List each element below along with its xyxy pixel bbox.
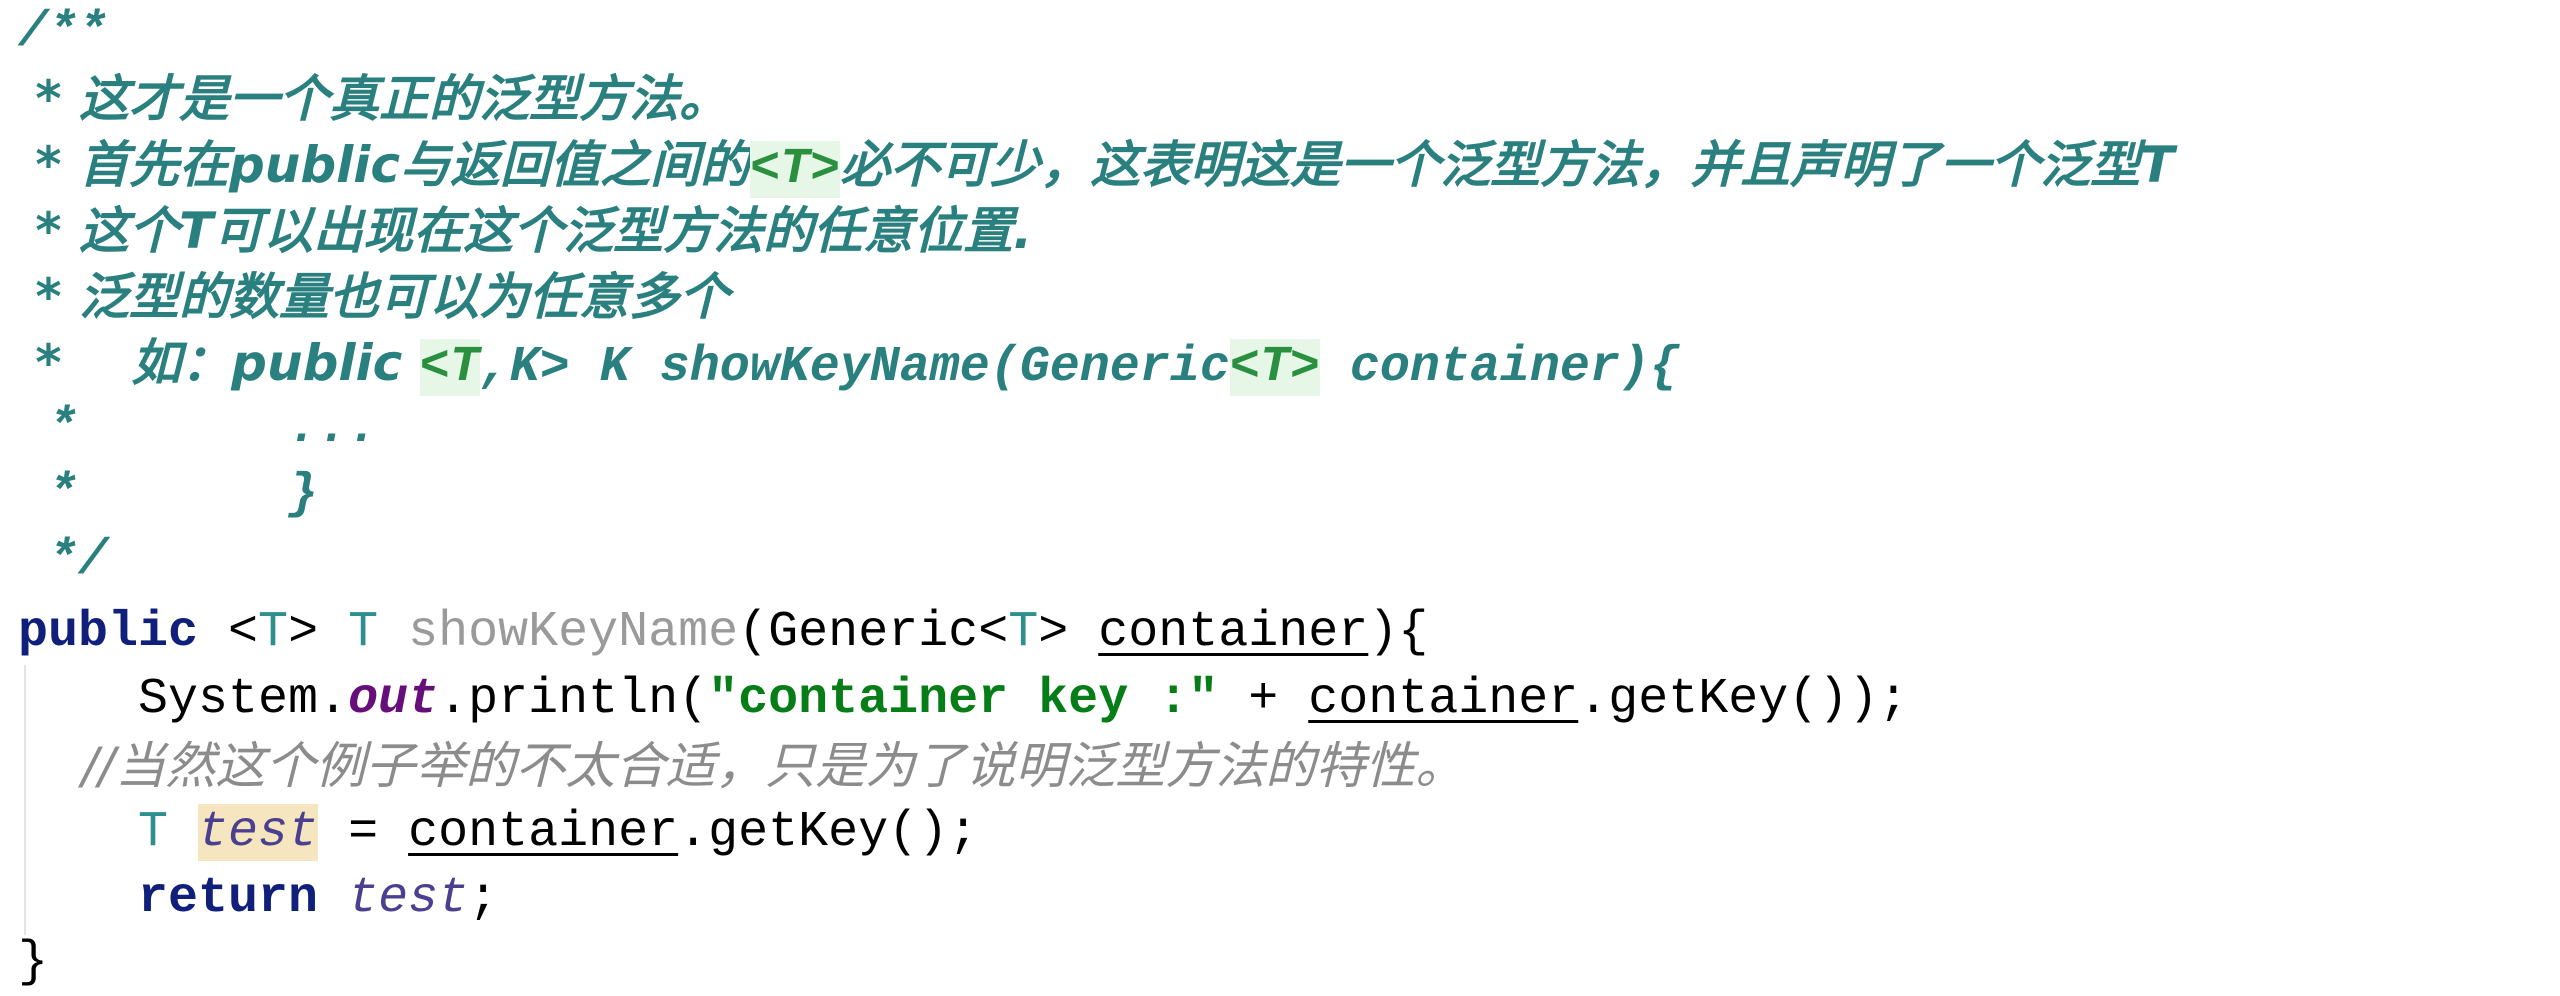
container-ref-2[interactable]: container xyxy=(408,804,678,861)
doc-line-6-text: * ... xyxy=(18,400,379,457)
println-call: .println( xyxy=(438,671,709,728)
local-var-test-ref[interactable]: test xyxy=(348,870,468,927)
doc-line-5-tag-1: <T xyxy=(419,339,480,396)
code-line-return: return test; xyxy=(18,866,498,932)
doc-line-5-a: * 如：public xyxy=(18,334,420,392)
doc-line-3-text: * 这个T可以出现在这个泛型方法的任意位置. xyxy=(18,202,1033,260)
code-line-assign: T test = container.getKey(); xyxy=(18,800,978,866)
method-signature-line: public <T> T showKeyName(Generic<T> cont… xyxy=(18,600,1428,666)
keyword-public: public xyxy=(18,604,199,661)
sig-paren: (Generic< xyxy=(738,604,1009,661)
sig-lt: < xyxy=(198,604,259,661)
doc-line-1-text: * 这才是一个真正的泛型方法。 xyxy=(18,70,729,128)
doc-comment-line-7: * } xyxy=(18,462,318,528)
doc-line-2-b: 必不可少，这表明这是一个泛型方法，并且声明了一个泛型T xyxy=(840,136,2175,194)
type-param-T: T xyxy=(258,604,289,661)
param-container[interactable]: container xyxy=(1098,604,1368,661)
local-type-T: T xyxy=(18,804,169,861)
doc-comment-line-4: * 泛型的数量也可以为任意多个 xyxy=(18,264,729,330)
string-literal: "container key :" xyxy=(708,671,1219,728)
indent-guide xyxy=(24,665,26,935)
doc-line-5-b: K showKeyName(Generic xyxy=(569,339,1230,396)
doc-comment-line-3: * 这个T可以出现在这个泛型方法的任意位置. xyxy=(18,198,1032,264)
sig-end: ){ xyxy=(1368,604,1429,661)
generic-arg-T: T xyxy=(1008,604,1039,661)
doc-comment-line-5: * 如：public <T,K> K showKeyName(Generic<T… xyxy=(18,330,1680,396)
system-class: System. xyxy=(18,671,349,728)
doc-line-2-type-tag: <T> xyxy=(750,141,841,198)
line-comment-text: //当然这个例子举的不太合适，只是为了说明泛型方法的特性。 xyxy=(18,737,1466,795)
getkey-call-2: .getKey(); xyxy=(678,804,979,861)
assign-space xyxy=(168,804,198,861)
doc-line-4-text: * 泛型的数量也可以为任意多个 xyxy=(18,268,729,326)
sig-gt: > xyxy=(288,604,349,661)
code-line-println: System.out.println("container key :" + c… xyxy=(18,667,1908,733)
doc-comment-open: /** xyxy=(18,0,108,66)
doc-comment-line-1: * 这才是一个真正的泛型方法。 xyxy=(18,66,729,132)
code-editor[interactable]: /** * 这才是一个真正的泛型方法。 * 首先在public与返回值之间的<T… xyxy=(0,0,2560,996)
return-type-T: T xyxy=(348,604,379,661)
code-line-comment: //当然这个例子举的不太合适，只是为了说明泛型方法的特性。 xyxy=(18,733,1466,799)
method-name[interactable]: showKeyName xyxy=(408,604,738,661)
doc-comment-close: */ xyxy=(18,528,108,594)
doc-open-text: /** xyxy=(18,4,109,61)
keyword-return: return xyxy=(18,870,319,927)
closing-brace: } xyxy=(18,934,49,991)
doc-comment-line-2: * 首先在public与返回值之间的<T>必不可少，这表明这是一个泛型方法，并且… xyxy=(18,132,2174,198)
assign-operator: = xyxy=(318,804,409,861)
doc-comment-line-6: * ... xyxy=(18,396,378,462)
doc-close-text: */ xyxy=(18,532,109,589)
doc-line-7-text: * } xyxy=(18,466,319,523)
doc-line-2-a: * 首先在public与返回值之间的 xyxy=(18,136,751,194)
local-var-test-decl[interactable]: test xyxy=(198,804,319,861)
static-field-out[interactable]: out xyxy=(348,671,438,728)
code-line-close-brace: } xyxy=(18,930,48,996)
doc-line-5-tag-1b: ,K> xyxy=(479,339,570,396)
doc-line-5-tag-2: <T> xyxy=(1229,339,1320,396)
semicolon: ; xyxy=(468,870,499,927)
doc-line-5-c: container){ xyxy=(1319,339,1680,396)
return-space xyxy=(318,870,348,927)
container-ref-1[interactable]: container xyxy=(1308,671,1578,728)
plus-operator: + xyxy=(1218,671,1309,728)
getkey-call-1: .getKey()); xyxy=(1578,671,1909,728)
sig-space xyxy=(378,604,408,661)
sig-gt-2: > xyxy=(1038,604,1099,661)
